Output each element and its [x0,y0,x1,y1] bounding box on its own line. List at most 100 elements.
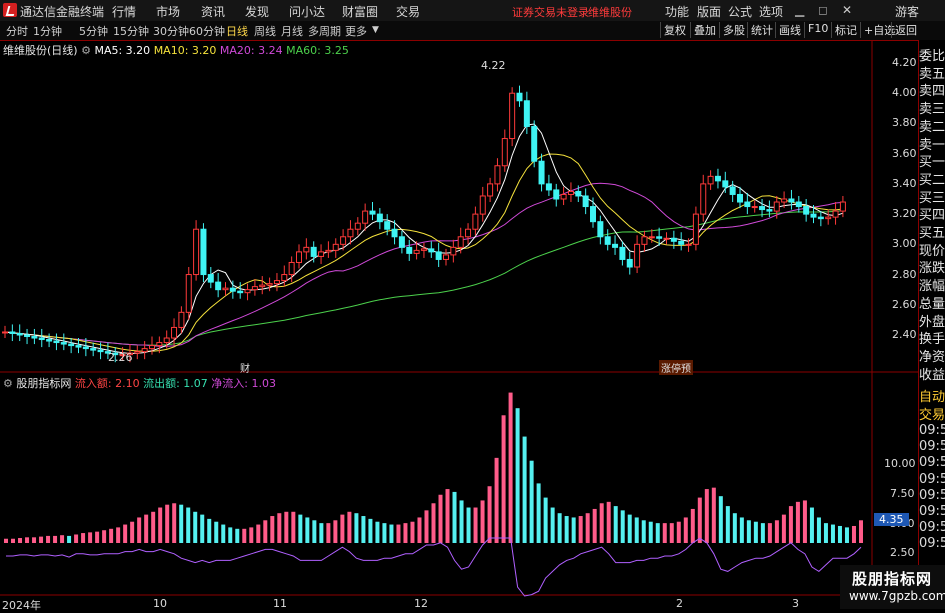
candle-body [325,249,332,253]
candle-body [318,251,325,257]
menu-bar: 通达信金融终端 行情 市场 资讯 发现 问小达 财富圈 交易 证券交易未登录 维… [0,0,945,22]
flow-bar [291,511,296,543]
candle-body [237,290,244,294]
app-title: 通达信金融终端 [20,5,105,19]
multi-stock-button[interactable]: 多股 [719,22,748,38]
user-guest[interactable]: 游客 [895,3,919,20]
flow-bar [480,500,485,543]
tab-1min[interactable]: 1分钟 [33,23,62,39]
menu-wealth-circle[interactable]: 财富圈 [342,3,378,20]
tab-monthly[interactable]: 月线 [281,23,303,39]
minimize-icon[interactable]: ▁ [795,3,804,17]
candle-body [266,283,273,286]
flow-bar [102,530,107,543]
ma60-line [4,210,843,346]
sub-settings-icon[interactable]: ⚙ [3,377,13,390]
sub-tick: 7.50 [890,487,915,500]
candle-body [207,274,214,283]
app-logo-icon [3,3,17,17]
menu-news[interactable]: 资讯 [201,3,225,20]
sidebar-quote-label: 换手 [919,332,945,348]
candle-body [450,246,457,256]
flow-bar [508,392,513,543]
restore-icon[interactable]: ◻ [818,3,828,17]
adjust-button[interactable]: 复权 [660,22,689,38]
tab-intraday[interactable]: 分时 [6,23,28,39]
flow-bar [200,514,205,543]
mark-button[interactable]: 标记 [831,22,860,38]
menu-formula[interactable]: 公式 [728,3,752,20]
flow-bar [410,521,415,543]
tab-daily[interactable]: 日线 [226,23,248,39]
kline-chart-area[interactable] [0,40,945,609]
sidebar-quote-label: 委比 [919,49,945,64]
event-marker-finance[interactable]: 财 [240,360,250,375]
sub-current-value: 4.35 [874,513,909,526]
login-alert[interactable]: 证券交易未登录 [512,4,589,20]
flow-bar [837,525,842,543]
candle-body [678,240,685,245]
tick-time: 09:53 [919,455,945,471]
flow-bar [340,514,345,543]
candle-body [781,198,788,203]
candle-body [604,236,611,245]
close-icon[interactable]: ✕ [842,3,852,17]
candle-body [575,190,582,197]
menu-functions[interactable]: 功能 [665,3,689,20]
candle-body [391,228,398,238]
flow-bar [655,523,660,543]
flow-bar [774,520,779,543]
tab-more[interactable]: 更多 [345,23,367,39]
flow-bar [690,508,695,543]
date-tick: 11 [273,597,287,610]
back-button[interactable]: 返回 [891,22,920,38]
candle-body [428,248,435,253]
flow-bar [851,525,856,543]
flow-bar [81,533,86,543]
event-marker-limitup[interactable]: 涨停预 [659,360,693,375]
sidebar-trade-button[interactable]: 自动 [919,386,945,405]
candle-body [626,258,633,268]
candle-body [303,246,310,253]
sidebar-trade-button[interactable]: 交易 [919,404,945,423]
menu-market[interactable]: 市场 [156,3,180,20]
tick-time: 09:54 [919,520,945,536]
f10-button[interactable]: F10 [804,22,831,38]
inflow-value: 流入额: 2.10 [74,377,140,390]
candle-body [435,251,442,260]
menu-discover[interactable]: 发现 [245,3,269,20]
flow-bar [606,501,611,543]
flow-bar [74,534,79,543]
candle-body [2,331,8,334]
more-dropdown-icon[interactable]: ▼ [372,25,379,35]
sidebar-quote-label: 外盘 [919,314,945,330]
menu-layout[interactable]: 版面 [697,3,721,20]
flow-bar [319,523,324,543]
menu-ask-xiaoda[interactable]: 问小达 [289,3,325,20]
menu-options[interactable]: 选项 [759,3,783,20]
tab-15min[interactable]: 15分钟 [113,23,149,39]
tab-30min[interactable]: 30分钟 [153,23,189,39]
candle-body [340,236,347,245]
watermark: 股朋指标网 www.7gpzb.com [840,565,945,609]
flow-bar [172,503,177,543]
draw-line-button[interactable]: 画线 [775,22,804,38]
menu-trade[interactable]: 交易 [396,3,420,20]
flow-bar [123,524,128,543]
flow-bar [361,516,366,543]
candle-body [97,349,104,353]
candle-body [90,348,97,351]
candle-body [700,183,707,215]
overlay-button[interactable]: 叠加 [690,22,719,38]
tick-time: 09:53 [919,423,945,438]
tab-60min[interactable]: 60分钟 [189,23,225,39]
statistics-button[interactable]: 统计 [747,22,776,38]
tab-weekly[interactable]: 周线 [254,23,276,39]
tab-multi-period[interactable]: 多周期 [308,23,341,39]
settings-icon[interactable]: ⚙ [81,44,91,57]
flow-bar [599,503,604,543]
flow-bar [683,517,688,543]
period-toolbar: 分时 1分钟 5分钟 15分钟 30分钟 60分钟 日线 周线 月线 多周期 更… [0,21,945,41]
tab-5min[interactable]: 5分钟 [79,23,108,39]
menu-quotes[interactable]: 行情 [112,3,136,20]
